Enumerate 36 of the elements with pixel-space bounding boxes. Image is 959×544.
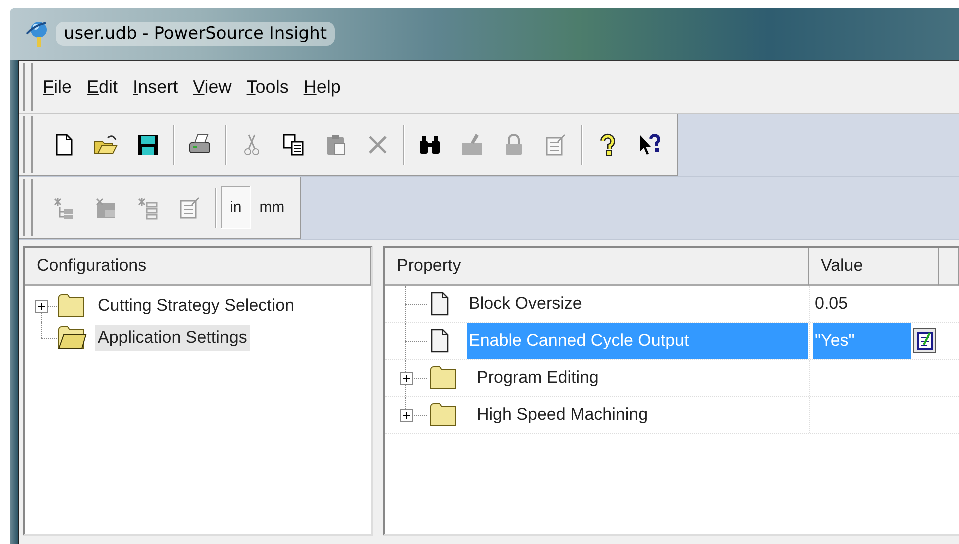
header-filler xyxy=(939,248,959,286)
expand-icon[interactable] xyxy=(400,372,413,384)
copy-icon[interactable] xyxy=(281,132,307,158)
column-header[interactable]: Value xyxy=(809,248,939,286)
menu-item[interactable]: Help xyxy=(304,76,341,98)
unit-toggle[interactable]: mm xyxy=(250,186,294,229)
app-icon xyxy=(24,20,50,48)
property-name[interactable]: Program Editing xyxy=(475,360,809,396)
menu-item[interactable]: Edit xyxy=(87,76,118,98)
unit-toggle[interactable]: in xyxy=(221,186,251,229)
document-icon xyxy=(429,328,451,354)
folder-icon xyxy=(429,402,459,428)
window-title: user.udb - PowerSource Insight xyxy=(56,22,336,46)
open-folder-icon xyxy=(57,325,87,351)
property-name[interactable]: High Speed Machining xyxy=(475,397,809,433)
expand-icon[interactable] xyxy=(35,300,48,312)
document-icon xyxy=(429,291,451,317)
toolbar-grip[interactable] xyxy=(23,63,33,111)
toolbar-grip[interactable] xyxy=(23,116,33,173)
edit-icon[interactable] xyxy=(913,328,937,354)
pointer-help-icon[interactable] xyxy=(637,132,663,158)
tree-item[interactable]: Application Settings xyxy=(95,325,250,351)
property-value: "Yes" xyxy=(813,323,911,359)
menu-item[interactable]: File xyxy=(43,76,72,98)
expand-icon[interactable] xyxy=(400,408,413,422)
tree-item[interactable]: Cutting Strategy Selection xyxy=(95,293,298,319)
menu-item[interactable]: View xyxy=(193,76,232,98)
folder-icon xyxy=(57,293,87,319)
column-header[interactable]: Property xyxy=(385,248,809,286)
menu-item[interactable]: Insert xyxy=(133,76,178,98)
folder-icon xyxy=(429,365,459,391)
property-name[interactable]: Block Oversize xyxy=(467,286,809,322)
toolbar-grip[interactable] xyxy=(23,179,33,236)
column-header[interactable]: Configurations xyxy=(25,248,371,286)
menu-item[interactable]: Tools xyxy=(246,76,289,98)
property-value: 0.05 xyxy=(814,293,850,315)
